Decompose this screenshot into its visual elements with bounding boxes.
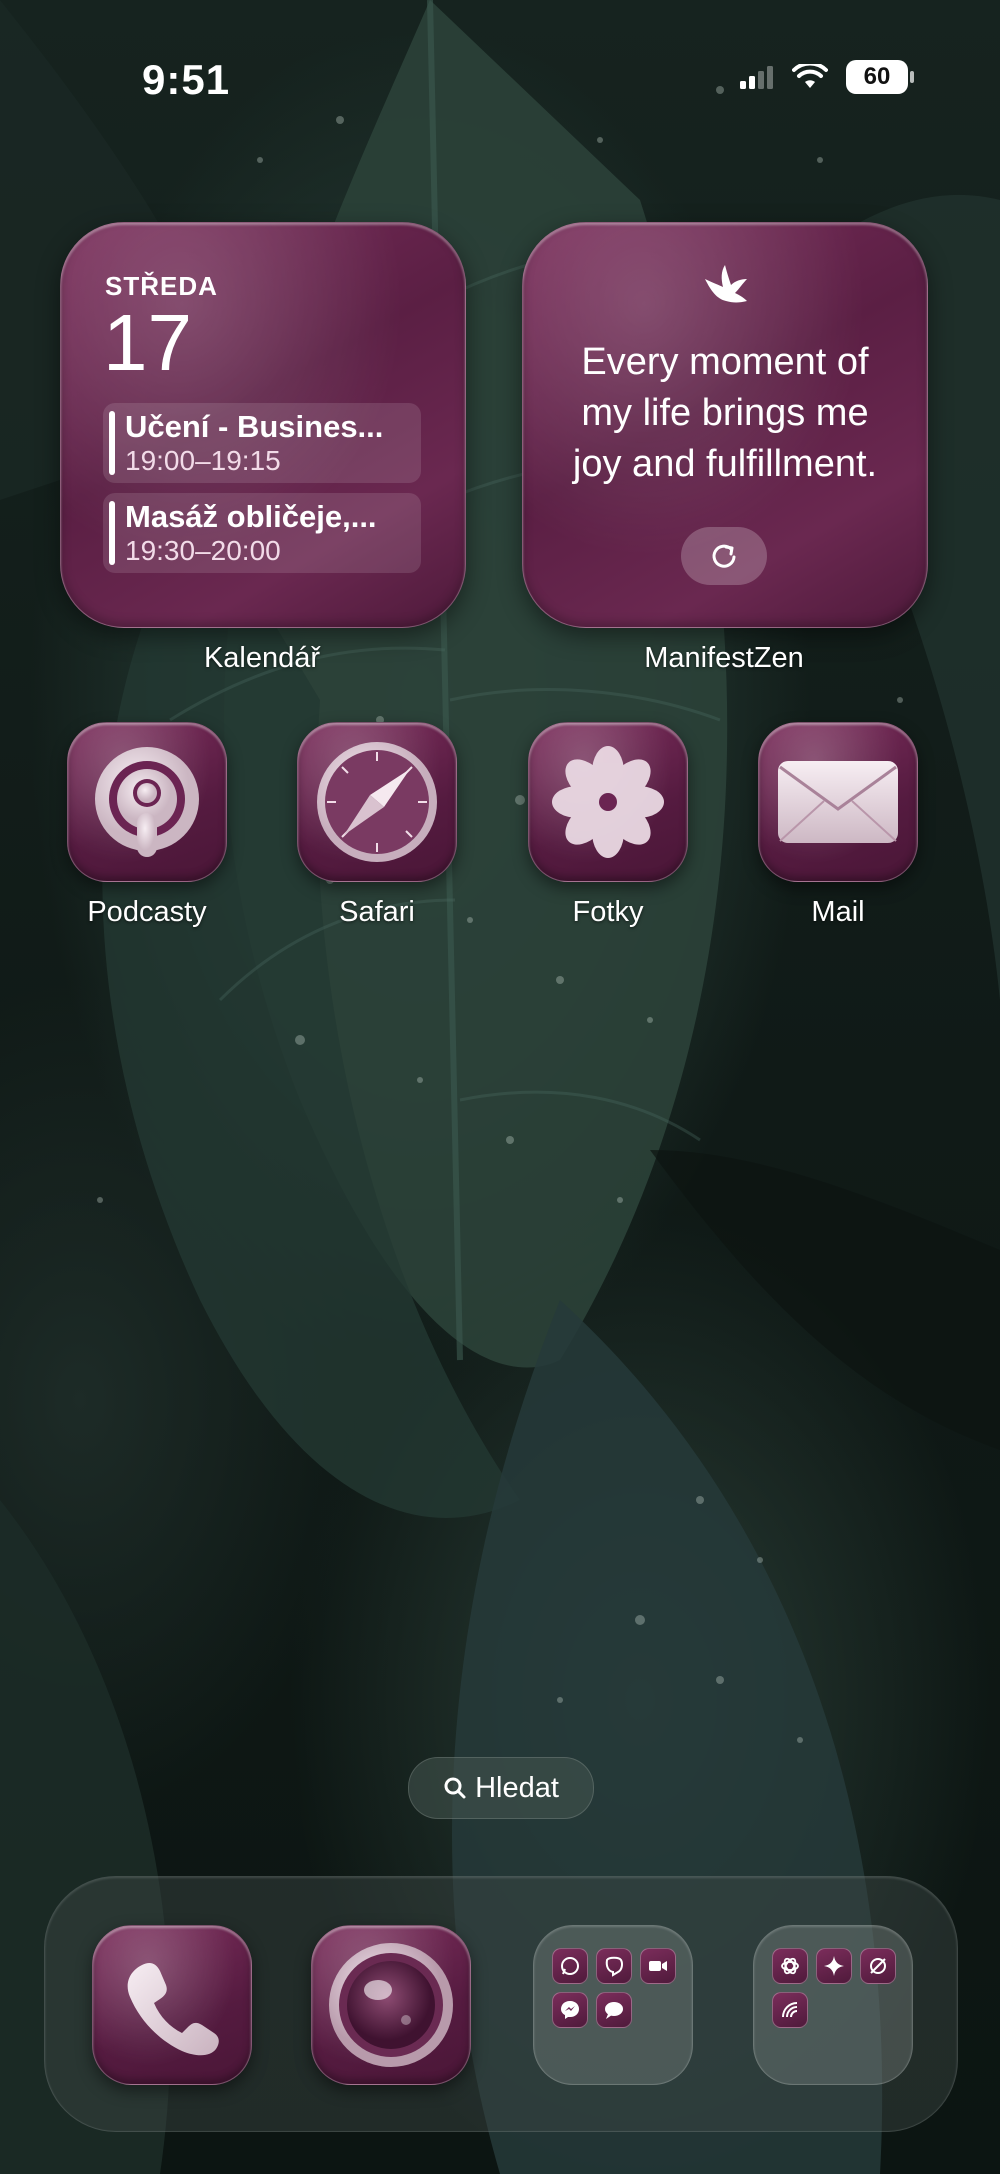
facetime-icon <box>640 1948 676 1984</box>
camera-lens-icon <box>329 1943 453 2067</box>
event-title: Učení - Busines... <box>125 409 384 444</box>
app-photos[interactable]: Fotky <box>528 722 688 929</box>
phone-icon <box>127 1963 219 2056</box>
compass-icon <box>317 742 437 862</box>
dock-folder-ai[interactable] <box>753 1925 913 2085</box>
event-time: 19:30–20:00 <box>125 535 281 566</box>
event-title: Masáž obličeje,... <box>125 499 377 534</box>
messenger-icon <box>552 1992 588 2028</box>
manifestzen-widget-label: ManifestZen <box>644 642 804 674</box>
dock-camera[interactable] <box>311 1925 471 2085</box>
safari-app-icon[interactable] <box>297 722 457 882</box>
quote-line: Every moment of <box>581 341 869 383</box>
bird-icon <box>705 265 747 303</box>
quote-text: Every moment of my life brings me joy an… <box>543 337 907 490</box>
calendar-event[interactable]: Učení - Busines... 19:00–19:15 <box>103 403 421 483</box>
envelope-icon <box>778 761 898 843</box>
app-label: Podcasty <box>87 896 207 928</box>
calendar-widget[interactable]: STŘEDA 17 Učení - Busines... 19:00–19:15… <box>60 222 466 628</box>
chatgpt-icon <box>772 1948 808 1984</box>
podcasts-icon <box>95 747 199 857</box>
messages-icon <box>596 1992 632 2028</box>
refresh-button[interactable] <box>681 527 767 585</box>
calendar-date: 17 <box>103 298 192 387</box>
whatsapp-icon <box>552 1948 588 1984</box>
podcasts-app-icon[interactable] <box>67 722 227 882</box>
viber-icon <box>596 1948 632 1984</box>
dock-phone[interactable] <box>92 1925 252 2085</box>
quote-line: joy and fulfillment. <box>572 443 878 485</box>
photos-app-icon[interactable] <box>528 722 688 882</box>
cellular-signal-icon <box>740 66 773 89</box>
app-safari[interactable]: Safari <box>297 722 457 929</box>
wifi-icon <box>792 64 828 88</box>
app-label: Fotky <box>572 896 644 928</box>
dock <box>44 1876 958 2132</box>
photos-flower-icon <box>552 746 664 858</box>
claude-icon <box>772 1992 808 2028</box>
status-time: 9:51 <box>142 56 231 103</box>
refresh-icon <box>712 544 736 568</box>
app-podcasts[interactable]: Podcasty <box>67 722 227 929</box>
app-label: Safari <box>339 896 415 928</box>
search-icon <box>444 1777 466 1799</box>
mail-app-icon[interactable] <box>758 722 918 882</box>
manifestzen-widget[interactable]: Every moment of my life brings me joy an… <box>522 222 928 628</box>
event-time: 19:00–19:15 <box>125 445 281 476</box>
calendar-widget-label: Kalendář <box>203 642 321 674</box>
calendar-event[interactable]: Masáž obličeje,... 19:30–20:00 <box>103 493 421 573</box>
search-button[interactable]: Hledat <box>408 1757 594 1819</box>
battery-icon: 60 <box>846 60 914 94</box>
battery-level: 60 <box>863 63 891 90</box>
search-label: Hledat <box>475 1771 559 1804</box>
quote-line: my life brings me <box>581 392 869 434</box>
perplexity-icon <box>860 1948 896 1984</box>
status-icons: 60 <box>740 60 914 94</box>
app-label: Mail <box>811 896 865 928</box>
app-mail[interactable]: Mail <box>758 722 918 929</box>
gemini-icon <box>816 1948 852 1984</box>
dock-folder-messaging[interactable] <box>533 1925 693 2085</box>
